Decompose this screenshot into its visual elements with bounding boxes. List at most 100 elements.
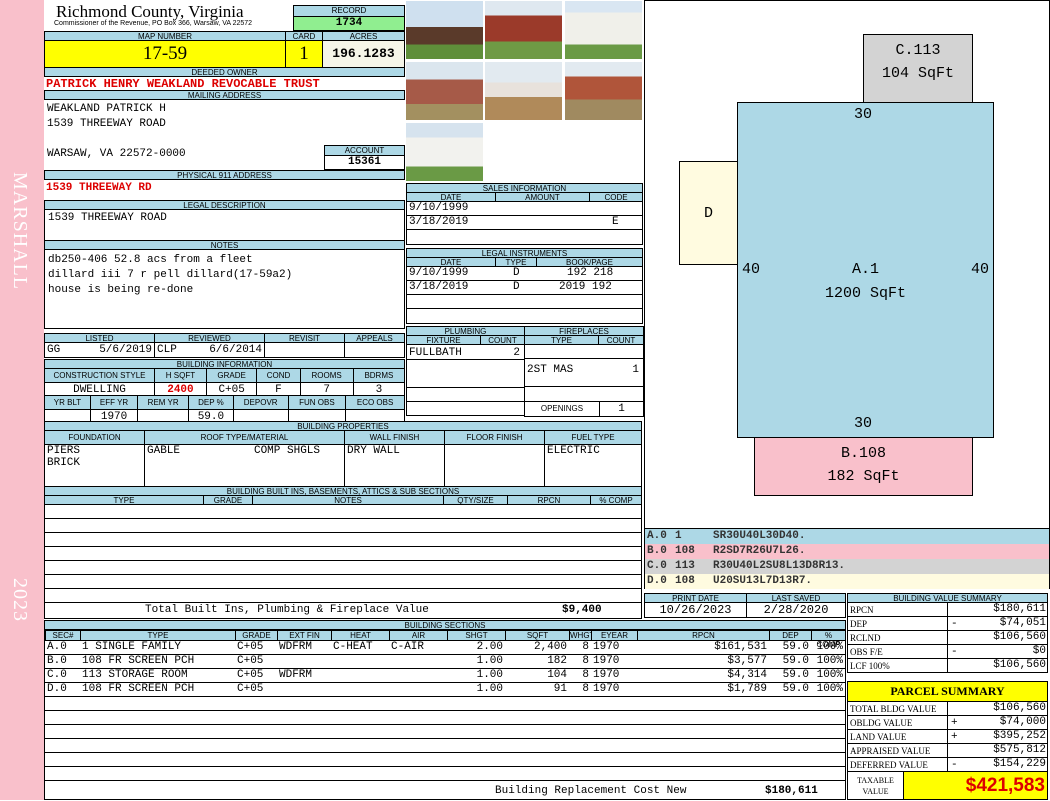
account-value: 15361 bbox=[324, 155, 405, 170]
print-date: 10/26/2023 bbox=[644, 602, 747, 618]
roof-type: GABLE bbox=[147, 445, 181, 457]
section-cell: C+05 bbox=[237, 655, 264, 667]
property-photo[interactable] bbox=[564, 0, 643, 60]
owner-label: DEEDED OWNER bbox=[44, 67, 405, 77]
th: FUEL TYPE bbox=[544, 430, 642, 445]
note-line: dillard iii 7 r pell dillard(17-59a2) bbox=[48, 269, 293, 281]
section-cell: 2,400 bbox=[533, 641, 567, 653]
code-vectors: U20SU13L7D13R7. bbox=[713, 575, 813, 587]
sections-header: SHGT bbox=[447, 630, 506, 641]
section-row bbox=[45, 725, 845, 739]
fireplace-table: 2ST MAS 1 bbox=[524, 344, 644, 402]
property-photo[interactable] bbox=[405, 61, 484, 121]
property-photo[interactable] bbox=[405, 0, 484, 60]
section-row bbox=[45, 697, 845, 711]
sketch-section-d[interactable]: D bbox=[679, 161, 738, 265]
section-cell: 1 SINGLE FAMILY bbox=[82, 641, 182, 653]
summary-value: $395,252 bbox=[993, 730, 1046, 742]
th: BDRMS bbox=[352, 368, 406, 383]
fuel-type: ELECTRIC bbox=[544, 444, 642, 487]
section-cell: C-HEAT bbox=[333, 641, 373, 653]
section-c-label: C.113 bbox=[895, 42, 941, 59]
builtins-total-label: Total Built Ins, Plumbing & Fireplace Va… bbox=[145, 604, 429, 616]
sketch-section-c[interactable]: C.113 104 SqFt bbox=[863, 34, 973, 103]
summary-label: RPCN bbox=[847, 602, 948, 617]
taxable-label-2: VALUE bbox=[862, 787, 889, 796]
code-type: 108 bbox=[675, 575, 695, 587]
summary-value: $154,229 bbox=[993, 758, 1046, 770]
sections-header: RPCN bbox=[637, 630, 770, 641]
summary-label: OBS F/E bbox=[847, 644, 948, 659]
property-photo[interactable] bbox=[484, 0, 563, 60]
section-cell: 8 bbox=[582, 669, 589, 681]
section-row bbox=[45, 753, 845, 767]
th: YR BLT bbox=[44, 395, 91, 410]
sketch-section-a[interactable]: 30 30 40 40 A.1 1200 SqFt bbox=[737, 102, 994, 438]
sections-header: WHGT bbox=[569, 630, 595, 641]
th: FOUNDATION bbox=[44, 430, 145, 445]
summary-label: TOTAL BLDG VALUE bbox=[847, 701, 948, 716]
listed-by: GG bbox=[47, 344, 61, 356]
property-photo[interactable] bbox=[564, 61, 643, 121]
building-properties-table: FOUNDATION ROOF TYPE/MATERIAL WALL FINISH F… bbox=[44, 430, 642, 487]
last-saved: 2/28/2020 bbox=[746, 602, 846, 618]
physical-label: PHYSICAL 911 ADDRESS bbox=[44, 170, 405, 180]
side-strip: MARSHALL 2023 bbox=[0, 0, 44, 800]
sale-date: 3/18/2019 bbox=[409, 216, 469, 228]
section-cell: 108 FR SCREEN PCH bbox=[82, 683, 195, 695]
th: FUN OBS bbox=[287, 395, 347, 410]
section-cell: 1970 bbox=[593, 641, 620, 653]
mailing-line1: WEAKLAND PATRICK H bbox=[47, 103, 166, 115]
summary-value: $0 bbox=[1032, 645, 1046, 657]
notes-box: db250-406 52.8 acs from a fleet dillard … bbox=[44, 249, 405, 329]
county-title: Richmond County, Virginia bbox=[56, 2, 244, 21]
summary-value: $106,560 bbox=[993, 659, 1046, 671]
section-cell: C-AIR bbox=[391, 641, 425, 653]
sections-header: % COMP bbox=[811, 630, 846, 649]
inst-date: 3/18/2019 bbox=[409, 281, 469, 293]
section-cell: 100% bbox=[816, 669, 843, 681]
section-cell: WDFRM bbox=[279, 641, 313, 653]
summary-value: $106,560 bbox=[993, 631, 1046, 643]
summary-label: APPRAISED VALUE bbox=[847, 743, 948, 758]
county-subtitle: Commissioner of the Revenue, PO Box 366,… bbox=[54, 20, 253, 27]
summary-label: LCF 100% bbox=[847, 658, 948, 673]
section-cell: 1.00 bbox=[476, 683, 503, 695]
section-cell: $161,531 bbox=[714, 641, 767, 653]
th: CONSTRUCTION STYLE bbox=[44, 368, 155, 383]
code-type: 113 bbox=[675, 560, 695, 572]
note-line: house is being re-done bbox=[48, 284, 194, 296]
reviewed-value: CLP 6/6/2014 bbox=[154, 342, 265, 358]
code-section: D.0 bbox=[647, 575, 667, 587]
th: GRADE bbox=[205, 368, 258, 383]
building-sketch[interactable]: C.113 104 SqFt 30 30 40 40 A.1 1200 SqFt … bbox=[644, 0, 1050, 529]
section-cell: 1.00 bbox=[476, 669, 503, 681]
reviewed-date: 6/6/2014 bbox=[209, 344, 262, 356]
summary-label: RCLND bbox=[847, 630, 948, 645]
card-number: 1 bbox=[285, 40, 323, 68]
acres-value: 196.1283 bbox=[322, 40, 405, 68]
property-photo[interactable] bbox=[484, 61, 563, 121]
section-row bbox=[45, 767, 845, 781]
th: COND bbox=[256, 368, 301, 383]
sketch-section-b[interactable]: B.108 182 SqFt bbox=[754, 437, 973, 496]
sections-header: EYEAR bbox=[591, 630, 638, 641]
section-cell: 1970 bbox=[593, 669, 620, 681]
summary-value: $74,000 bbox=[999, 716, 1046, 728]
physical-address: 1539 THREEWAY RD bbox=[46, 182, 152, 194]
sales-table: 9/10/1999 3/18/2019 E bbox=[406, 201, 643, 245]
sketch-code-row: A.0 1 SR30U40L30D40. bbox=[645, 529, 1049, 544]
roof-material: COMP SHGLS bbox=[253, 445, 320, 457]
summary-label: LAND VALUE bbox=[847, 729, 948, 744]
section-row bbox=[45, 711, 845, 725]
property-photo[interactable] bbox=[405, 122, 484, 182]
section-cell: 59.0 bbox=[782, 655, 809, 667]
section-b-area: 182 SqFt bbox=[827, 468, 900, 485]
section-cell: 59.0 bbox=[782, 669, 809, 681]
section-cell: 100% bbox=[816, 683, 843, 695]
th: DEPOVR bbox=[232, 395, 289, 410]
section-row: C.0 113 STORAGE ROOM C+05 WDFRM 1.00 104 8 1970… bbox=[45, 669, 845, 683]
builtins-total: $9,400 bbox=[562, 604, 602, 616]
th: H SQFT bbox=[154, 368, 207, 383]
sketch-code-row: C.0 113 R30U40L2SU8L13D8R13. bbox=[645, 559, 1049, 574]
